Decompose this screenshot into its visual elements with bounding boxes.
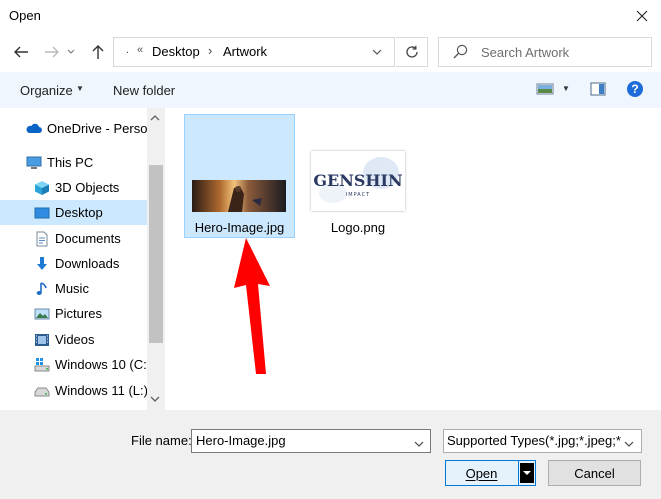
sidebar-item-desktop[interactable]: Desktop bbox=[0, 200, 147, 225]
address-overflow[interactable]: « bbox=[137, 44, 143, 56]
scroll-up-icon[interactable] bbox=[150, 113, 160, 124]
windows-drive-icon bbox=[34, 358, 50, 372]
open-options-button[interactable] bbox=[520, 463, 534, 483]
drive-icon bbox=[34, 387, 50, 397]
breadcrumb-desktop[interactable]: Desktop bbox=[152, 44, 200, 59]
view-options-caret-icon[interactable]: ▼ bbox=[562, 84, 570, 93]
forward-button[interactable] bbox=[40, 40, 64, 64]
document-icon bbox=[36, 231, 48, 247]
sidebar-item-label: Windows 10 (C:) bbox=[55, 357, 152, 372]
address-prefix-dot: . bbox=[126, 44, 130, 56]
title-bar bbox=[0, 0, 661, 32]
breadcrumb-artwork[interactable]: Artwork bbox=[223, 44, 267, 59]
sidebar-item-label: 3D Objects bbox=[55, 180, 120, 195]
breadcrumb-separator[interactable]: › bbox=[208, 43, 212, 58]
logo-wordmark: GENSHIN bbox=[313, 171, 402, 190]
organize-caret-icon: ▼ bbox=[76, 84, 84, 93]
refresh-icon bbox=[405, 45, 418, 58]
file-name-dropdown[interactable] bbox=[414, 435, 424, 450]
new-folder-button[interactable]: New folder bbox=[113, 83, 175, 98]
sidebar-item-windows-11-drive[interactable]: Windows 11 (L:) bbox=[0, 378, 148, 403]
sidebar-item-label: Music bbox=[55, 281, 89, 296]
sidebar-item-label: Desktop bbox=[55, 205, 103, 220]
logo-subtext: IMPACT bbox=[346, 192, 370, 198]
sidebar-item-onedrive[interactable]: OneDrive - Person bbox=[0, 116, 155, 141]
file-name-label: File name: bbox=[131, 433, 192, 448]
sidebar-scrollbar-thumb[interactable] bbox=[149, 165, 163, 343]
up-button[interactable] bbox=[86, 40, 110, 64]
open-button-label[interactable]: Open bbox=[445, 466, 518, 481]
arrow-up-icon bbox=[92, 45, 104, 59]
address-dropdown[interactable] bbox=[369, 44, 385, 60]
sidebar-item-music[interactable]: Music bbox=[0, 276, 147, 301]
sidebar-item-downloads[interactable]: Downloads bbox=[0, 251, 147, 276]
music-note-icon bbox=[36, 282, 47, 295]
sidebar-item-label: Documents bbox=[55, 231, 121, 246]
sidebar-item-this-pc[interactable]: This PC bbox=[0, 150, 147, 175]
cloud-icon bbox=[26, 123, 42, 133]
help-icon[interactable]: ? bbox=[627, 81, 643, 97]
film-icon bbox=[35, 334, 49, 346]
arrow-left-icon bbox=[14, 46, 28, 58]
navigation-pane: OneDrive - Person This PC 3D Objects Des… bbox=[0, 108, 165, 410]
chevron-down-icon bbox=[624, 441, 634, 447]
download-icon bbox=[37, 257, 47, 270]
sidebar-item-label: Windows 11 (L:) bbox=[55, 383, 148, 398]
cube-icon bbox=[35, 181, 49, 195]
chevron-down-icon bbox=[414, 441, 424, 447]
arrow-right-icon bbox=[45, 46, 59, 58]
sidebar-item-windows-10-drive[interactable]: Windows 10 (C:) bbox=[0, 352, 151, 377]
preview-pane-button[interactable] bbox=[590, 82, 606, 99]
window-title: Open bbox=[9, 8, 41, 23]
refresh-button[interactable] bbox=[396, 37, 428, 67]
desktop-icon bbox=[34, 207, 50, 219]
hero-image-thumbnail[interactable] bbox=[192, 180, 286, 212]
scroll-down-icon[interactable] bbox=[150, 394, 160, 405]
sidebar-item-pictures[interactable]: Pictures bbox=[0, 301, 147, 326]
search-placeholder[interactable]: Search Artwork bbox=[481, 45, 569, 60]
chevron-down-icon bbox=[67, 49, 75, 54]
file-name-value[interactable]: Hero-Image.jpg bbox=[196, 433, 286, 448]
sidebar-item-label: Videos bbox=[55, 332, 95, 347]
close-icon bbox=[636, 10, 648, 22]
sidebar-item-label: Downloads bbox=[55, 256, 120, 271]
sidebar-item-videos[interactable]: Videos bbox=[0, 327, 147, 352]
file-type-value[interactable]: Supported Types(*.jpg;*.jpeg;*.p bbox=[447, 433, 622, 448]
sidebar-item-3d-objects[interactable]: 3D Objects bbox=[0, 175, 147, 200]
file-name-logo[interactable]: Logo.png bbox=[304, 220, 412, 235]
search-icon bbox=[453, 44, 468, 62]
file-name-hero-image[interactable]: Hero-Image.jpg bbox=[184, 220, 295, 235]
recent-locations-button[interactable] bbox=[63, 40, 79, 64]
chevron-down-icon bbox=[523, 471, 531, 475]
preview-pane-icon bbox=[590, 82, 606, 96]
close-button[interactable] bbox=[627, 4, 657, 28]
organize-button[interactable]: Organize bbox=[20, 83, 73, 98]
annotation-arrow bbox=[234, 238, 270, 374]
computer-icon bbox=[26, 156, 42, 169]
sidebar-item-documents[interactable]: Documents bbox=[0, 226, 147, 251]
chevron-down-icon bbox=[372, 49, 382, 55]
pictures-icon bbox=[34, 308, 50, 320]
sidebar-item-label: This PC bbox=[47, 155, 94, 170]
sidebar-item-label: Pictures bbox=[55, 306, 102, 321]
open-button-divider bbox=[518, 461, 519, 485]
view-icon bbox=[536, 83, 554, 95]
logo-thumbnail[interactable]: GENSHIN IMPACT bbox=[311, 151, 405, 211]
sidebar-item-label: OneDrive - Person bbox=[47, 121, 155, 136]
change-view-button[interactable] bbox=[536, 82, 554, 99]
file-type-dropdown[interactable] bbox=[624, 435, 634, 450]
back-button[interactable] bbox=[9, 40, 33, 64]
cancel-button-label[interactable]: Cancel bbox=[548, 466, 641, 481]
